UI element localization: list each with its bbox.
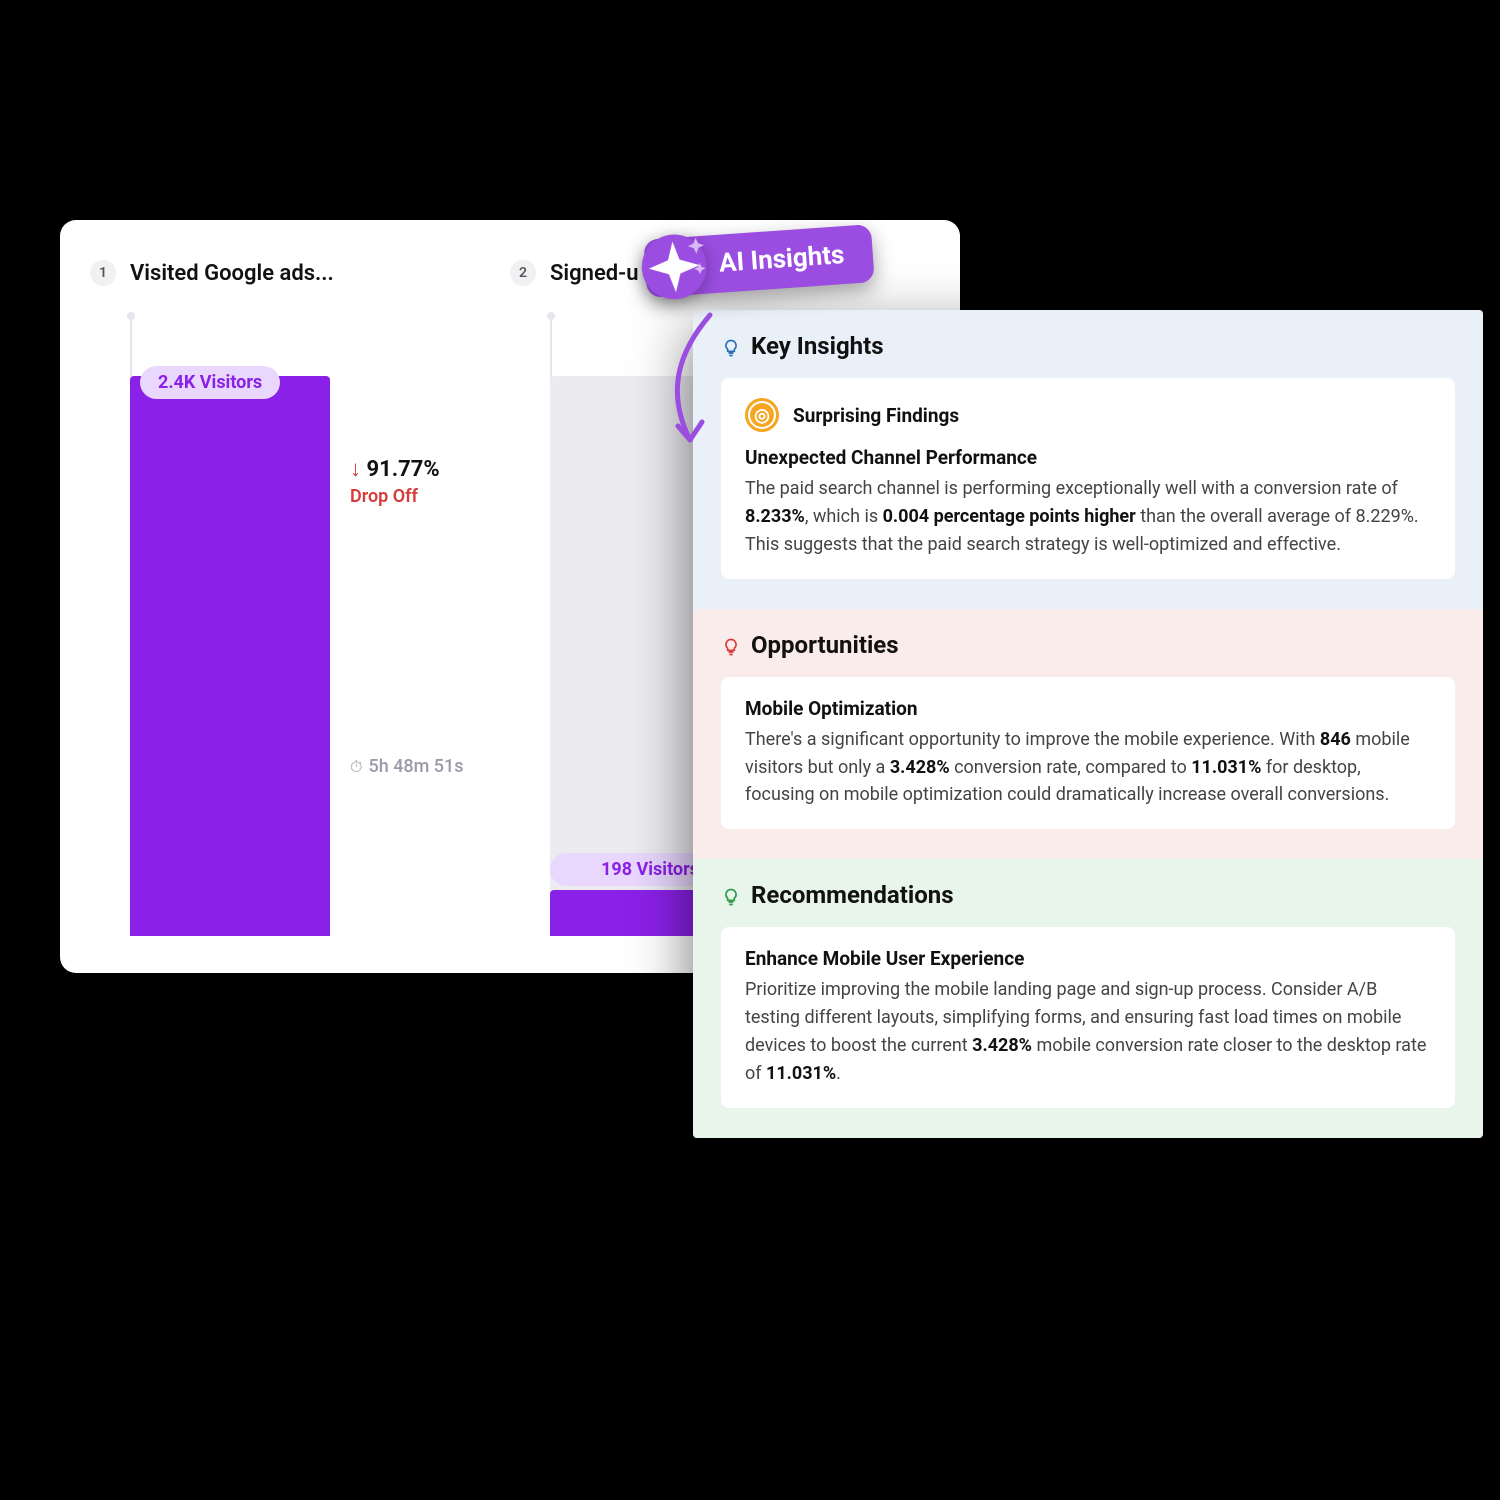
dropoff-stat: 91.77% Drop Off <box>350 456 440 507</box>
opportunities-section: Opportunities Mobile Optimization There'… <box>693 609 1483 860</box>
step-title-1: Visited Google ads... <box>130 261 334 286</box>
ai-insights-panel: Key Insights ◎ Surprising Findings Unexp… <box>693 310 1483 1138</box>
lightbulb-icon <box>721 885 741 905</box>
funnel-step-1: 1 Visited Google ads... 2.4K Visitors 91… <box>90 260 510 973</box>
dropoff-label: Drop Off <box>350 486 440 507</box>
opp-subhead: Mobile Optimization <box>745 697 1431 720</box>
key-insights-title: Key Insights <box>751 332 884 360</box>
star-icon <box>635 227 714 306</box>
rec-subhead: Enhance Mobile User Experience <box>745 947 1431 970</box>
lightbulb-icon <box>721 635 741 655</box>
target-icon: ◎ <box>745 398 779 432</box>
surprising-findings-heading: Surprising Findings <box>793 404 959 427</box>
key-insights-section: Key Insights ◎ Surprising Findings Unexp… <box>693 310 1483 609</box>
opportunity-card: Mobile Optimization There's a significan… <box>721 677 1455 830</box>
dropoff-percent: 91.77% <box>350 456 440 482</box>
funnel-bar-1 <box>130 376 330 936</box>
key-body: The paid search channel is performing ex… <box>745 475 1431 559</box>
opp-body: There's a significant opportunity to imp… <box>745 726 1431 810</box>
rec-body: Prioritize improving the mobile landing … <box>745 976 1431 1088</box>
step-number-2: 2 <box>510 260 536 286</box>
step-number-1: 1 <box>90 260 116 286</box>
step-title-2: Signed-u <box>550 261 639 286</box>
time-to-convert: 5h 48m 51s <box>350 756 464 777</box>
recommendations-title: Recommendations <box>751 881 954 909</box>
ai-insights-label: AI Insights <box>718 240 845 279</box>
recommendations-section: Recommendations Enhance Mobile User Expe… <box>693 859 1483 1138</box>
recommendation-card: Enhance Mobile User Experience Prioritiz… <box>721 927 1455 1108</box>
opportunities-title: Opportunities <box>751 631 899 659</box>
key-insights-card: ◎ Surprising Findings Unexpected Channel… <box>721 378 1455 579</box>
time-value: 5h 48m 51s <box>368 756 463 777</box>
key-subhead: Unexpected Channel Performance <box>745 446 1431 469</box>
lightbulb-icon <box>721 336 741 356</box>
visitor-pill-1: 2.4K Visitors <box>140 366 280 399</box>
